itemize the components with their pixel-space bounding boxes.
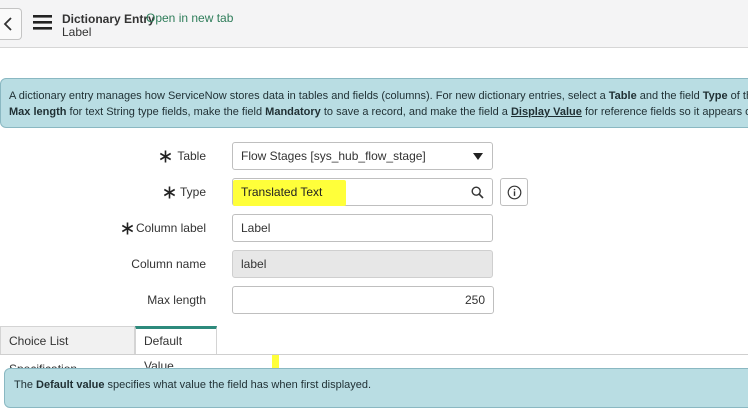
tab-choice-list-specification[interactable]: Choice List Specification bbox=[0, 326, 135, 376]
table-select[interactable]: Flow Stages [sys_hub_flow_stage] bbox=[232, 142, 493, 170]
column-name-input: label bbox=[232, 250, 493, 278]
form-header: Dictionary Entry Label Open in new tab bbox=[0, 0, 748, 48]
default-value-info-banner: The Default value specifies what value t… bbox=[4, 368, 748, 408]
type-field-value: Translated Text bbox=[241, 185, 323, 199]
type-info-button[interactable] bbox=[500, 178, 528, 206]
page-title: Dictionary Entry bbox=[62, 12, 155, 26]
column-label-label: Column label bbox=[135, 221, 206, 235]
tab-default-value[interactable]: Default Value bbox=[135, 326, 217, 373]
default-value-info-text: The Default value specifies what value t… bbox=[14, 379, 372, 391]
info-banner: A dictionary entry manages how ServiceNo… bbox=[0, 78, 748, 128]
type-lookup-button[interactable] bbox=[463, 178, 493, 206]
max-length-label: Max length bbox=[147, 293, 206, 307]
column-label-input[interactable]: Label bbox=[232, 214, 493, 242]
table-label: Table bbox=[177, 149, 206, 163]
info-icon bbox=[507, 185, 522, 200]
tabs-divider bbox=[0, 354, 748, 355]
yellow-highlight-mark bbox=[272, 355, 279, 368]
display-value-link[interactable]: Display Value bbox=[511, 106, 582, 118]
open-in-new-tab-link[interactable]: Open in new tab bbox=[146, 11, 233, 25]
caret-down-icon bbox=[473, 153, 483, 160]
search-icon bbox=[471, 186, 484, 199]
table-select-value: Flow Stages [sys_hub_flow_stage] bbox=[241, 149, 426, 163]
type-label: Type bbox=[179, 185, 206, 199]
info-banner-line-1: A dictionary entry manages how ServiceNo… bbox=[9, 90, 748, 102]
hamburger-menu-icon[interactable] bbox=[33, 15, 52, 30]
chevron-left-icon bbox=[3, 17, 12, 31]
max-length-input[interactable]: 250 bbox=[232, 286, 494, 314]
column-name-label: Column name bbox=[131, 257, 206, 271]
info-banner-line-2: Max length for text String type fields, … bbox=[9, 106, 748, 118]
back-button[interactable] bbox=[0, 8, 22, 40]
record-name: Label bbox=[62, 25, 92, 39]
